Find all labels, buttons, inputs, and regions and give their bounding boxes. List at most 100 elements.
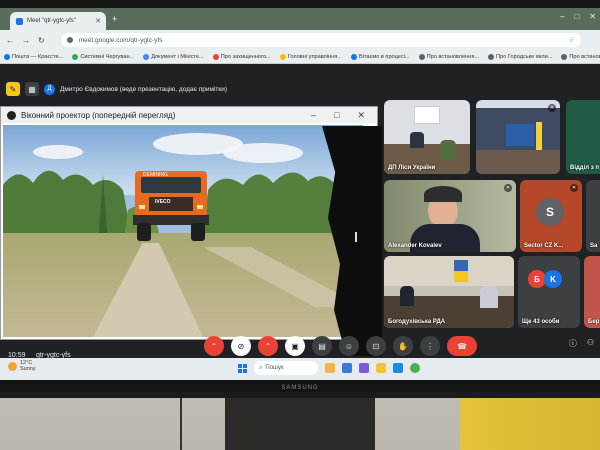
info-icon[interactable]: ⓘ [569, 338, 577, 349]
emoji-button[interactable]: ☺ [339, 336, 359, 356]
bookmark-item[interactable]: Про встановлення... [561, 53, 600, 60]
truck-brand: IVECO [155, 199, 171, 205]
task-view-icon[interactable] [342, 363, 352, 373]
bookmark-label: Про Городське вкли... [496, 53, 553, 60]
participant-name: Богодухівська РДА [388, 319, 446, 325]
more-participants-label: Ще 43 особи [522, 319, 560, 325]
mic-off-button[interactable]: ⊘ [231, 336, 251, 356]
bookmark-favicon-icon [279, 53, 286, 60]
close-window-icon[interactable]: ✕ [589, 12, 596, 21]
bookmark-favicon-icon [488, 53, 495, 60]
meet-area: ✎ ▦ Д Дмитро Євдокимов (веде презентацію… [0, 64, 600, 358]
file-explorer-icon[interactable] [376, 363, 386, 373]
mic-off-icon: ✕ [548, 104, 556, 112]
bookmark-label: Вітаємо в процесі... [358, 53, 410, 60]
bookmark-label: Про захищенного... [220, 53, 271, 60]
participant-tile[interactable]: Богодухівська РДА [384, 256, 514, 328]
minimize-icon[interactable]: – [560, 12, 564, 21]
captions-button[interactable]: ▤ [312, 336, 332, 356]
bookmark-item[interactable]: Документ і Міністе... [143, 53, 204, 60]
presenter-avatar: Д [44, 83, 55, 95]
nav-bar: ← → ↻ meet.google.com/qtr-ygtc-yfs ☆ [0, 30, 600, 50]
tv-monitor: Meet "qtr-ygtc-yfs" ✕ + – □ ✕ ← → ↻ meet… [0, 0, 600, 398]
projector-window[interactable]: Віконний проектор (попередній перегляд) … [0, 106, 378, 340]
bookmark-item[interactable]: Головні управління... [279, 53, 342, 60]
participant-name: ДП Ліси України [388, 165, 436, 171]
address-bar[interactable]: meet.google.com/qtr-ygtc-yfs ☆ [60, 33, 581, 47]
teams-icon[interactable] [359, 363, 369, 373]
mic-options-button[interactable]: ⌃ [204, 336, 224, 356]
presentation-photo: IVECO DEMINING [3, 125, 363, 337]
weather-desc: Sunny [20, 366, 36, 372]
new-tab-icon[interactable]: + [112, 14, 117, 24]
participant-tile[interactable]: ✕ Alexander Kovalev [384, 180, 516, 252]
back-icon[interactable]: ← [6, 36, 14, 45]
camera-options-button[interactable]: ⌃ [258, 336, 278, 356]
edge-icon[interactable] [393, 363, 403, 373]
meet-favicon-icon [16, 17, 23, 25]
close-icon[interactable]: ✕ [357, 110, 365, 121]
search-icon: ⌕ [259, 364, 263, 371]
bookmark-item[interactable]: Про Городське вкли... [488, 53, 553, 60]
bookmark-item[interactable]: Вітаємо в процесі... [350, 53, 410, 60]
site-info-icon[interactable] [66, 37, 73, 43]
bookmark-favicon-icon [212, 53, 219, 60]
minimize-icon[interactable]: – [311, 110, 316, 121]
bookmark-label: Про встановлення... [426, 53, 480, 60]
bookmark-label: Системні Чергуван... [80, 53, 135, 60]
truck-banner: DEMINING [143, 172, 168, 178]
more-options-button[interactable]: ⋮ [420, 336, 440, 356]
participant-tile[interactable]: Sa [586, 180, 600, 252]
bookmark-favicon-icon [72, 53, 79, 60]
presenter-text: Дмитро Євдокимов (веде презентацію, дода… [60, 85, 228, 93]
projector-app-icon [7, 110, 16, 120]
text-cursor-icon [355, 232, 357, 242]
maximize-icon[interactable]: □ [334, 110, 339, 121]
participant-tile[interactable]: ✕ [476, 100, 560, 174]
monitor-brand: SAMSUNG [281, 385, 319, 391]
bookmark-item[interactable]: Пошта — Краєсте... [4, 53, 63, 60]
pen-icon[interactable]: ✎ [6, 82, 20, 96]
bookmark-favicon-icon [350, 53, 357, 60]
bookmark-star-icon[interactable]: ☆ [569, 36, 575, 44]
taskbar-search[interactable]: ⌕ Пошук [254, 361, 318, 375]
people-icon[interactable]: ⚇ [587, 338, 594, 349]
call-controls: ⌃ ⊘ ⌃ ▣ ▤ ☺ ⊡ ✋ ⋮ ☎ [204, 336, 477, 356]
bookmark-item[interactable]: Про захищенного... [212, 53, 271, 60]
participant-tile[interactable]: Бер [584, 256, 600, 328]
participant-tile[interactable]: Відділ з п [566, 100, 600, 174]
raise-hand-button[interactable]: ✋ [393, 336, 413, 356]
chrome-icon[interactable] [410, 363, 420, 373]
bookmark-item[interactable]: Системні Чергуван... [72, 53, 135, 60]
truck: IVECO DEMINING [131, 165, 211, 245]
reload-icon[interactable]: ↻ [38, 36, 45, 45]
mic-off-icon: ✕ [504, 184, 512, 192]
bookmark-label: Головні управління... [287, 53, 342, 60]
forward-icon[interactable]: → [22, 36, 30, 45]
participant-tile[interactable]: S ✕ Sector CZ K... [520, 180, 582, 252]
close-tab-icon[interactable]: ✕ [95, 17, 101, 25]
browser-tab[interactable]: Meet "qtr-ygtc-yfs" ✕ [10, 12, 106, 30]
participant-name: Sa [590, 243, 598, 249]
mic-off-icon: ✕ [570, 184, 578, 192]
more-participants-tile[interactable]: Б K Ще 43 особи [518, 256, 580, 328]
participant-tile[interactable]: ДП Ліси України [384, 100, 470, 174]
bookmark-favicon-icon [4, 53, 10, 60]
camera-off-button[interactable]: ▣ [285, 336, 305, 356]
presenter-bar: ✎ ▦ Д Дмитро Євдокимов (веде презентацію… [0, 78, 227, 100]
participant-avatar: K [544, 270, 562, 288]
maximize-icon[interactable]: □ [574, 12, 579, 21]
weather-widget[interactable]: 12°C Sunny [8, 360, 36, 372]
layout-icon[interactable]: ▦ [25, 82, 39, 96]
screen: Meet "qtr-ygtc-yfs" ✕ + – □ ✕ ← → ↻ meet… [0, 8, 600, 380]
widgets-icon[interactable] [325, 363, 335, 373]
url-text: meet.google.com/qtr-ygtc-yfs [78, 36, 163, 44]
leave-call-button[interactable]: ☎ [447, 336, 477, 356]
present-button[interactable]: ⊡ [366, 336, 386, 356]
projector-title: Віконний проектор (попередній перегляд) [21, 110, 176, 120]
start-icon[interactable] [238, 363, 247, 373]
bookmark-label: Про встановлення... [569, 53, 600, 60]
participant-name: Sector CZ K... [524, 243, 564, 249]
bookmark-favicon-icon [418, 53, 425, 60]
bookmark-item[interactable]: Про встановлення... [418, 53, 480, 60]
